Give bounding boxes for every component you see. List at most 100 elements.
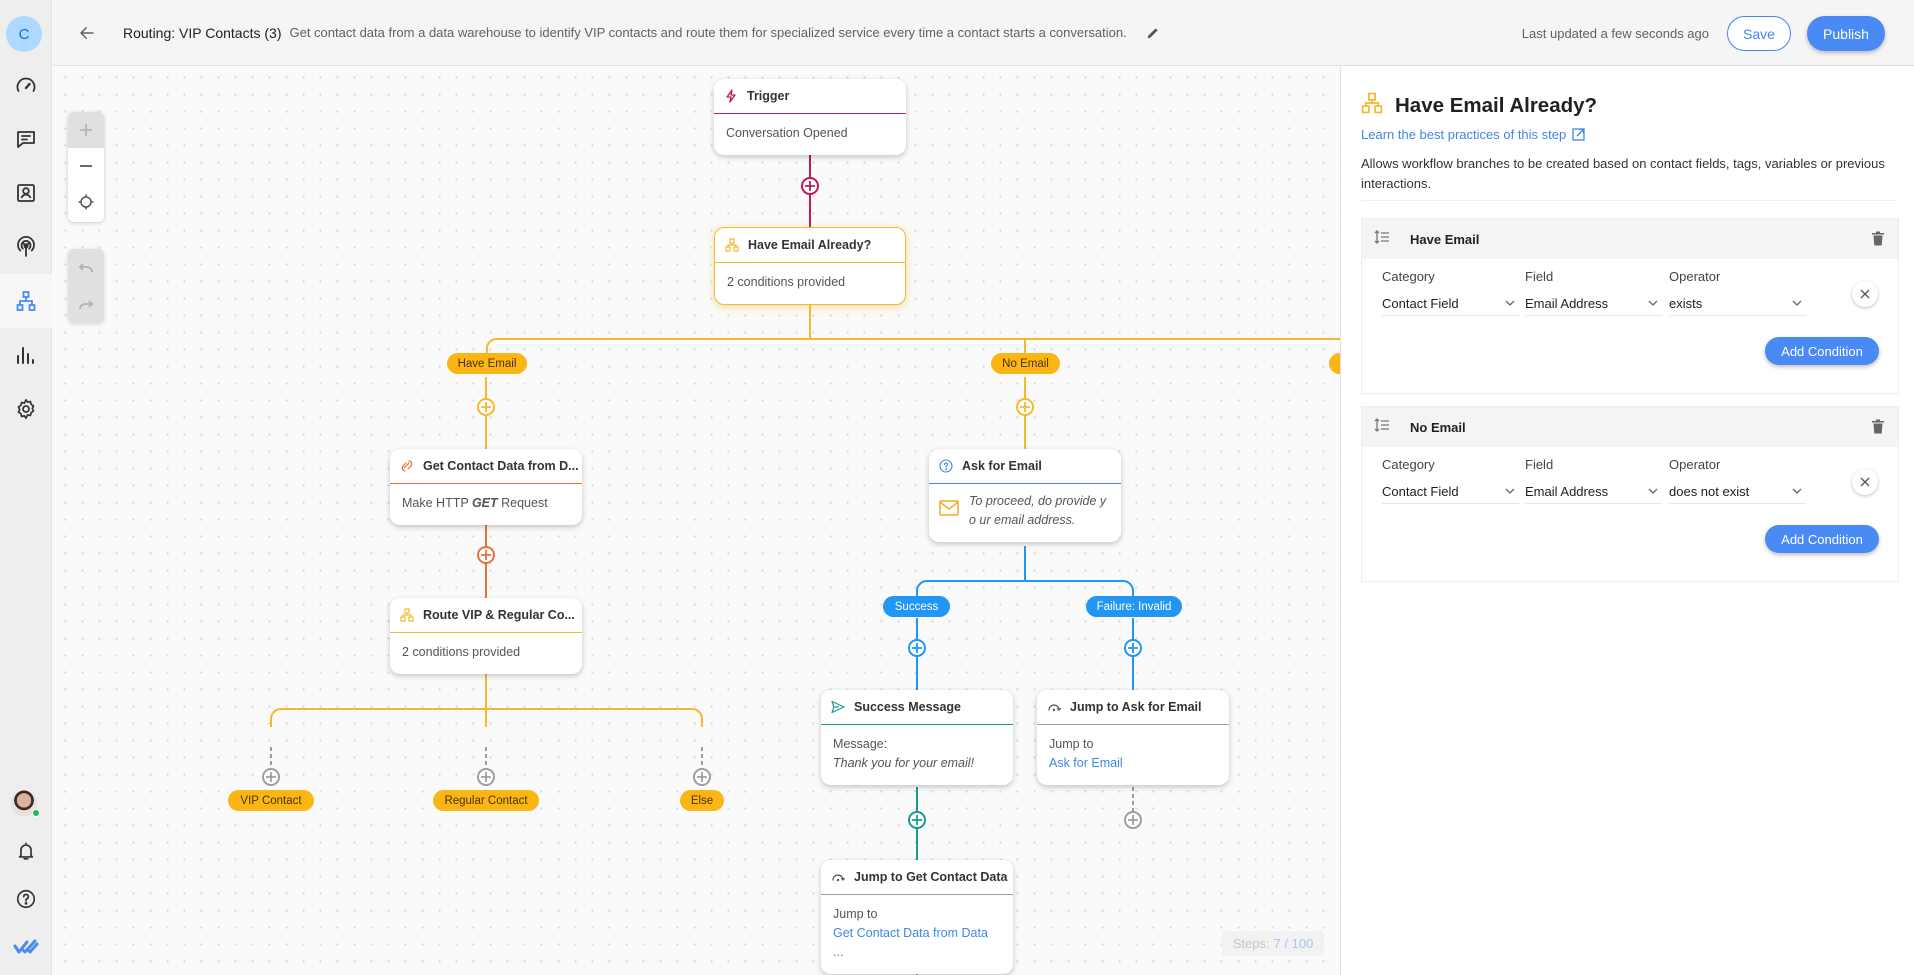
save-button[interactable]: Save [1727,16,1791,51]
question-icon [939,459,953,473]
branch-icon [400,608,414,622]
nav-reports[interactable] [0,328,52,382]
message-icon [17,131,35,148]
jump-target-link[interactable]: Ask for Email [1049,754,1217,773]
node-success-message[interactable]: Success Message Message: Thank you for y… [821,690,1013,785]
plus-icon [1128,815,1138,825]
back-button[interactable] [75,21,99,45]
node-have-email-already[interactable]: Have Email Already? 2 conditions provide… [714,227,906,305]
lightning-icon [724,89,738,103]
field-label: Field [1525,269,1554,284]
category-select[interactable]: Contact Field [1382,484,1519,504]
add-step-button[interactable] [693,768,711,786]
top-header: Routing: VIP Contacts (3) Get contact da… [53,0,1914,66]
node-trigger[interactable]: Trigger Conversation Opened [714,79,906,155]
remove-condition-button[interactable] [1852,281,1878,307]
nav-conversations[interactable] [0,112,52,166]
branch-label-no-email[interactable]: No Email [991,353,1060,374]
org-avatar[interactable]: C [6,16,42,52]
add-step-button[interactable] [908,639,926,657]
zoom-out-button[interactable] [68,148,104,184]
node-ask-for-email[interactable]: Ask for Email To proceed, do provide yo … [929,449,1121,542]
category-select[interactable]: Contact Field [1382,296,1519,316]
workflow-editor: C Routing: VIP Contacts (3) Get contact … [0,0,1914,975]
recenter-button[interactable] [68,184,104,220]
branch-label-failure-invalid[interactable]: Failure: Invalid [1086,596,1182,617]
plus-icon [805,181,815,191]
delete-branch-button[interactable] [1872,419,1884,439]
add-step-button[interactable] [1124,639,1142,657]
nav-contacts[interactable] [0,166,52,220]
add-step-button[interactable] [1016,398,1034,416]
operator-select[interactable]: exists [1669,296,1806,316]
redo-button[interactable] [68,286,104,323]
add-step-button[interactable] [262,768,280,786]
condition-row: Category Contact Field Field Email Addre… [1362,259,1898,319]
webhook-icon [400,459,414,473]
add-step-button[interactable] [801,177,819,195]
bell-icon [18,842,34,860]
branch-label-regular-contact[interactable]: Regular Contact [433,790,539,811]
plus-icon [481,550,491,560]
learn-best-practices-link[interactable]: Learn the best practices of this step [1361,127,1585,142]
undo-button[interactable] [68,249,104,286]
operator-select[interactable]: does not exist [1669,484,1806,504]
jump-target-link[interactable]: Get Contact Data from Data ... [833,924,1001,962]
nav-broadcasts[interactable] [0,220,52,274]
add-step-button[interactable] [908,811,926,829]
branch-name: No Email [1410,419,1466,435]
jump-label: Jump to [833,907,878,921]
add-step-button[interactable] [477,546,495,564]
category-label: Category [1382,457,1435,472]
field-select[interactable]: Email Address [1525,484,1662,504]
node-jump-to-ask-for-email[interactable]: Jump to Ask for Email Jump to Ask for Em… [1037,690,1229,785]
nav-help[interactable] [0,872,52,926]
node-jump-to-get-contact-data[interactable]: Jump to Get Contact Data Jump to Get Con… [821,860,1013,974]
chevron-down-icon [1648,300,1658,306]
nav-workflows[interactable] [0,274,52,328]
delete-branch-button[interactable] [1872,231,1884,251]
branch-label-vip-contact[interactable]: VIP Contact [228,790,314,811]
workflow-canvas[interactable]: Trigger Conversation Opened Have Email A… [53,67,1340,975]
plus-icon [912,643,922,653]
broadcast-icon [17,235,35,257]
branch-card-no-email: No Email Category Contact Field Field Em… [1361,406,1899,582]
add-condition-button[interactable]: Add Condition [1765,525,1879,553]
plus-icon [697,772,707,782]
connector-lines [270,155,1340,975]
redo-icon [79,299,94,309]
remove-condition-button[interactable] [1852,469,1878,495]
online-status-dot [32,809,40,817]
drag-handle-icon[interactable] [1374,417,1390,437]
divider [1361,200,1897,201]
node-route-vip[interactable]: Route VIP & Regular Co... 2 conditions p… [390,598,582,674]
add-condition-button[interactable]: Add Condition [1765,337,1879,365]
nav-dashboard[interactable] [0,59,52,113]
nav-settings[interactable] [0,382,52,436]
plus-icon [266,772,276,782]
plus-icon [481,772,491,782]
chevron-down-icon [1505,300,1515,306]
panel-header: Have Email Already? [1361,92,1597,119]
node-title: Jump to Ask for Email [1070,700,1202,714]
zoom-in-button[interactable] [68,112,104,148]
undo-icon [78,262,93,272]
add-step-button[interactable] [477,398,495,416]
plus-icon [80,124,92,136]
add-step-button[interactable] [477,768,495,786]
add-step-button[interactable] [1124,811,1142,829]
drag-handle-icon[interactable] [1374,229,1390,249]
edit-workflow-button[interactable] [1145,25,1161,41]
double-check-logo-icon [13,939,39,954]
branch-label-have-email[interactable]: Have Email [447,353,527,374]
field-select[interactable]: Email Address [1525,296,1662,316]
nav-notifications[interactable] [0,824,52,878]
node-title: Jump to Get Contact Data [854,870,1008,884]
branch-label-success[interactable]: Success [883,596,950,617]
publish-button[interactable]: Publish [1807,16,1885,51]
user-avatar[interactable] [11,790,40,817]
node-get-contact-data[interactable]: Get Contact Data from D... Make HTTP GET… [390,449,582,525]
branch-label-else[interactable]: Else [680,790,724,811]
operator-value: exists [1669,296,1703,311]
jump-label: Jump to [1049,737,1094,751]
